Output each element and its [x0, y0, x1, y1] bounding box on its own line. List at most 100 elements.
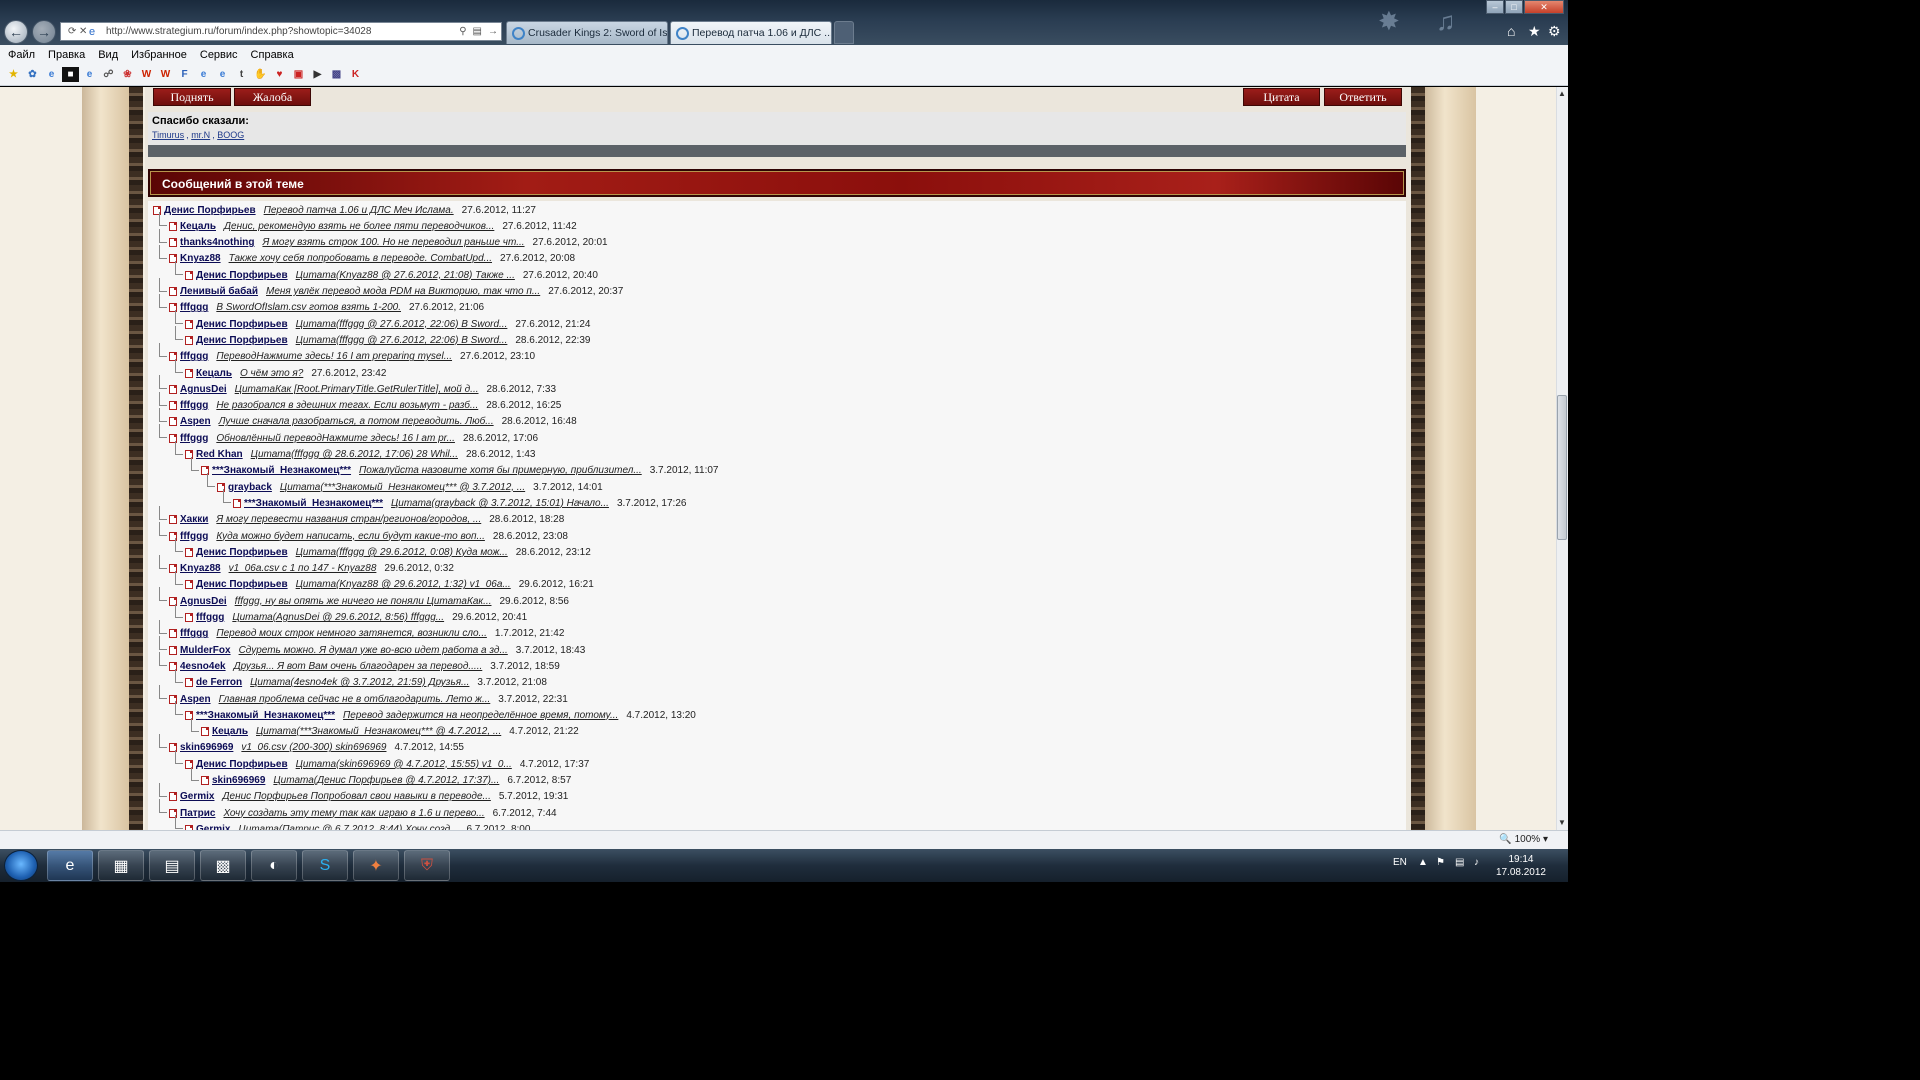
post-snippet-link[interactable]: Цитата(AgnusDei @ 29.6.2012, 8:56) fffgg… — [232, 612, 444, 623]
post-author-link[interactable]: skin696969 — [212, 775, 265, 786]
address-bar[interactable]: ⟳ ✕ e http://www.strategium.ru/forum/ind… — [60, 22, 502, 41]
menu-help[interactable]: Справка — [251, 49, 294, 61]
post-author-link[interactable]: Денис Порфирьев — [164, 205, 256, 216]
post-snippet-link[interactable]: Я могу взять строк 100. Но не переводил … — [262, 237, 524, 248]
post-snippet-link[interactable]: Денис Порфирьев Попробовал свои навыки в… — [222, 791, 490, 802]
post-author-link[interactable]: AgnusDei — [180, 384, 227, 395]
reply-button[interactable]: Ответить — [1324, 88, 1402, 106]
post-snippet-link[interactable]: Меня увлёк перевод мода PDM на Викторию,… — [266, 286, 540, 297]
taskbar-app-icon[interactable]: ◐ — [251, 850, 297, 881]
post-author-link[interactable]: Денис Порфирьев — [196, 759, 288, 770]
post-author-link[interactable]: ***Знакомый_Незнакомец*** — [212, 465, 351, 476]
post-snippet-link[interactable]: Перевод патча 1.06 и ДЛС Меч Ислама. — [264, 205, 454, 216]
post-snippet-link[interactable]: О чём это я? — [240, 368, 303, 379]
post-snippet-link[interactable]: Цитата(***Знакомый_Незнакомец*** @ 4.7.2… — [256, 726, 501, 737]
post-snippet-link[interactable]: v1_06.csv (200-300) skin696969 — [241, 742, 386, 753]
post-author-link[interactable]: Хакки — [180, 514, 208, 525]
post-snippet-link[interactable]: Хочу создать эту тему так как играю в 1.… — [223, 808, 484, 819]
post-snippet-link[interactable]: Главная проблема сейчас не в отблагодари… — [219, 694, 491, 705]
quote-button[interactable]: Цитата — [1243, 88, 1320, 106]
post-snippet-link[interactable]: В SwordOfIslam.csv готов взять 1-200. — [216, 302, 401, 313]
taskbar-calculator-icon[interactable]: ▦ — [98, 850, 144, 881]
taskbar-chart-icon[interactable]: ▤ — [149, 850, 195, 881]
post-author-link[interactable]: 4esno4ek — [180, 661, 226, 672]
post-snippet-link[interactable]: Цитата(fffggg @ 27.6.2012, 22:06) В Swor… — [296, 319, 508, 330]
taskbar-floppy-icon[interactable]: ▩ — [200, 850, 246, 881]
bump-button[interactable]: Поднять — [153, 88, 231, 106]
post-author-link[interactable]: Knyaz88 — [180, 563, 221, 574]
post-author-link[interactable]: Aspen — [180, 694, 211, 705]
post-snippet-link[interactable]: Лучше сначала разобраться, а потом перев… — [219, 416, 494, 427]
taskbar-shield-icon[interactable]: ⛨ — [404, 850, 450, 881]
post-snippet-link[interactable]: Цитата(fffggg @ 29.6.2012, 0:08) Куда мо… — [296, 547, 508, 558]
zoom-control[interactable]: 🔍 100% ▾ — [1499, 834, 1548, 845]
post-snippet-link[interactable]: Перевод моих строк немного затянется, во… — [216, 628, 487, 639]
post-author-link[interactable]: Red Khan — [196, 449, 243, 460]
post-author-link[interactable]: Ленивый бабай — [180, 286, 258, 297]
scroll-down-arrow-icon[interactable]: ▼ — [1557, 818, 1567, 828]
post-snippet-link[interactable]: Куда можно будет написать, если будут ка… — [216, 531, 485, 542]
post-snippet-link[interactable]: Цитата(skin696969 @ 4.7.2012, 15:55) v1_… — [296, 759, 512, 770]
fav-flower-icon[interactable]: ❀ — [119, 67, 136, 82]
taskbar-ie-icon[interactable]: e — [47, 850, 93, 881]
post-snippet-link[interactable]: ПереводНажмите здесь! 16 I am preparing … — [216, 351, 452, 362]
report-button[interactable]: Жалоба — [234, 88, 311, 106]
volume-icon[interactable]: ♪ — [1474, 857, 1479, 868]
post-author-link[interactable]: Кецаль — [196, 368, 232, 379]
post-author-link[interactable]: fffggg — [180, 302, 208, 313]
stop-icon[interactable]: ✕ — [79, 26, 87, 37]
post-author-link[interactable]: grayback — [228, 482, 272, 493]
post-snippet-link[interactable]: Пожалуйста назовите хотя бы примерную, п… — [359, 465, 642, 476]
post-snippet-link[interactable]: Цитата(Knyaz88 @ 29.6.2012, 1:32) v1_06a… — [296, 579, 511, 590]
post-snippet-link[interactable]: Друзья... Я вот Вам очень благодарен за … — [234, 661, 483, 672]
fav-robot-icon[interactable]: ▩ — [328, 67, 345, 82]
post-author-link[interactable]: fffggg — [180, 531, 208, 542]
fav-hand-icon[interactable]: ✋ — [252, 67, 269, 82]
search-icon[interactable]: ⚲ — [459, 26, 466, 37]
tab-crusader-kings[interactable]: Crusader Kings 2: Sword of Isla... — [506, 21, 668, 44]
post-snippet-link[interactable]: v1_06a.csv с 1 по 147 - Knyaz88 — [229, 563, 377, 574]
scroll-up-arrow-icon[interactable]: ▲ — [1557, 89, 1567, 99]
post-snippet-link[interactable]: fffggg, ну вы опять же ничего не поняли … — [235, 596, 492, 607]
fav-ie-icon[interactable]: e — [81, 67, 98, 82]
post-snippet-link[interactable]: Денис, рекомендую взять не более пяти пе… — [224, 221, 494, 232]
post-author-link[interactable]: fffggg — [180, 400, 208, 411]
close-window-button[interactable]: ✕ — [1524, 0, 1564, 14]
thanks-user-link[interactable]: mr.N — [191, 130, 210, 140]
fav-play-icon[interactable]: ▶ — [309, 67, 326, 82]
refresh-icon[interactable]: ⟳ — [68, 26, 76, 37]
start-button[interactable] — [4, 850, 38, 881]
fav-k-icon[interactable]: K — [347, 67, 364, 82]
fav-ie-icon[interactable]: e — [214, 67, 231, 82]
post-author-link[interactable]: fffggg — [180, 628, 208, 639]
post-snippet-link[interactable]: Перевод задержится на неопределённое вре… — [343, 710, 618, 721]
post-author-link[interactable]: thanks4nothing — [180, 237, 254, 248]
network-icon[interactable]: ▤ — [1455, 857, 1464, 868]
post-author-link[interactable]: Денис Порфирьев — [196, 319, 288, 330]
forward-button[interactable]: → — [32, 20, 56, 44]
fav-ie-icon[interactable]: e — [43, 67, 60, 82]
fav-dark-icon[interactable]: ■ — [62, 67, 79, 82]
go-icon[interactable]: → — [488, 26, 498, 37]
post-snippet-link[interactable]: Цитата(grayback @ 3.7.2012, 15:01) Начал… — [391, 498, 609, 509]
scrollbar-thumb[interactable] — [1557, 395, 1567, 540]
fav-news-icon[interactable]: ▣ — [290, 67, 307, 82]
thanks-user-link[interactable]: BOOG — [217, 130, 244, 140]
menu-tools[interactable]: Сервис — [200, 49, 238, 61]
post-snippet-link[interactable]: Не разобрался в здешних тегах. Если возь… — [216, 400, 478, 411]
post-snippet-link[interactable]: ЦитатаКак [Root.PrimaryTitle.GetRulerTit… — [235, 384, 479, 395]
minimize-button[interactable]: – — [1486, 0, 1504, 14]
post-author-link[interactable]: Денис Порфирьев — [196, 270, 288, 281]
post-author-link[interactable]: Кецаль — [180, 221, 216, 232]
post-snippet-link[interactable]: Я могу перевести названия стран/регионов… — [216, 514, 481, 525]
post-author-link[interactable]: Денис Порфирьев — [196, 579, 288, 590]
menu-edit[interactable]: Правка — [48, 49, 85, 61]
post-snippet-link[interactable]: Также хочу себя попробовать в переводе. … — [229, 253, 492, 264]
post-author-link[interactable]: ***Знакомый_Незнакомец*** — [244, 498, 383, 509]
post-author-link[interactable]: ***Знакомый_Незнакомец*** — [196, 710, 335, 721]
menu-favorites[interactable]: Избранное — [131, 49, 187, 61]
fav-heart-icon[interactable]: ♥ — [271, 67, 288, 82]
maximize-button[interactable]: □ — [1505, 0, 1523, 14]
fav-ie-icon[interactable]: e — [195, 67, 212, 82]
post-author-link[interactable]: MulderFox — [180, 645, 231, 656]
